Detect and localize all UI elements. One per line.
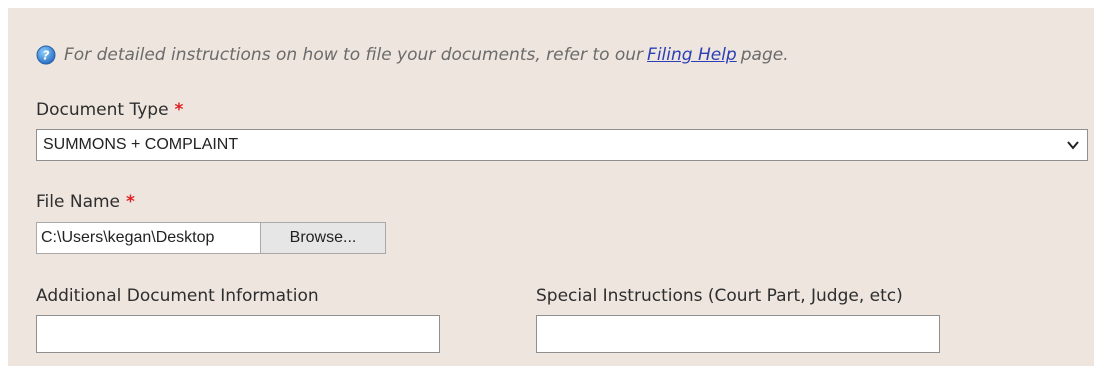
- special-instructions-input[interactable]: [536, 315, 940, 353]
- help-icon: ?: [36, 45, 56, 65]
- additional-info-label: Additional Document Information: [36, 286, 319, 306]
- file-path-input[interactable]: C:\Users\kegan\Desktop: [36, 222, 260, 254]
- file-name-label-text: File Name: [36, 192, 121, 212]
- help-text-before: For detailed instructions on how to file…: [64, 45, 644, 65]
- chevron-down-icon: [1067, 141, 1079, 150]
- special-instructions-label: Special Instructions (Court Part, Judge,…: [536, 286, 903, 306]
- svg-text:?: ?: [43, 49, 50, 63]
- file-name-label: File Name *: [36, 192, 135, 212]
- document-type-selected-value: SUMMONS + COMPLAINT: [43, 136, 239, 153]
- document-type-select[interactable]: SUMMONS + COMPLAINT: [36, 129, 1088, 161]
- filing-help-note: ? For detailed instructions on how to fi…: [36, 43, 789, 67]
- filing-help-link[interactable]: Filing Help: [647, 45, 737, 65]
- browse-button[interactable]: Browse...: [260, 222, 386, 254]
- required-marker: *: [174, 100, 184, 120]
- additional-info-input[interactable]: [36, 315, 440, 353]
- document-type-label-text: Document Type: [36, 100, 169, 120]
- document-type-label: Document Type *: [36, 100, 183, 120]
- required-marker: *: [126, 192, 135, 212]
- help-text-after: page.: [740, 45, 789, 65]
